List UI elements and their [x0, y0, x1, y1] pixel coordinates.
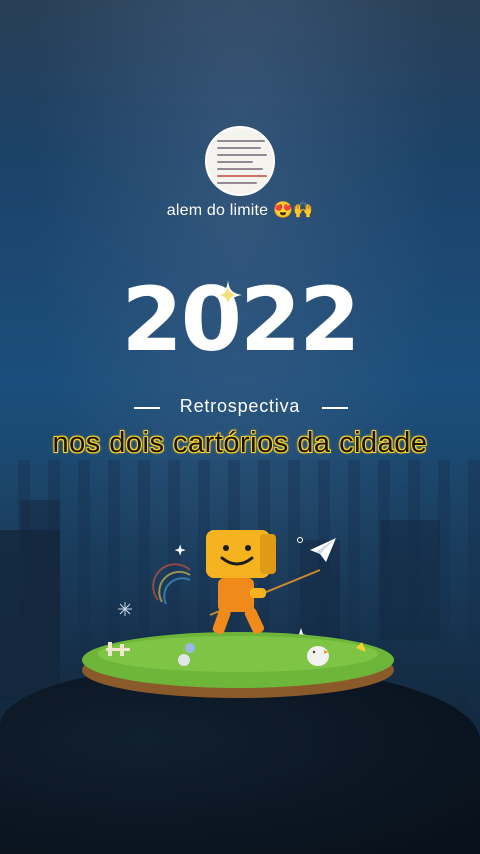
divider-right [322, 407, 348, 409]
subtitle-row: Retrospectiva [0, 396, 480, 417]
paper-plane-icon [310, 538, 336, 562]
divider-left [134, 407, 160, 409]
sparkle-icon [214, 280, 242, 310]
username-row[interactable]: alem do limite 😍🙌 [0, 200, 480, 220]
character-scene [82, 530, 394, 698]
username-emoji: 😍🙌 [272, 202, 314, 219]
avatar[interactable] [205, 126, 275, 196]
lyric-caption: nos dois cartórios da cidade [52, 427, 428, 459]
subtitle: Retrospectiva [179, 396, 301, 416]
sparkle-burst-icon [118, 602, 132, 616]
username: alem do limite [166, 202, 269, 219]
smiley-box-character [206, 530, 276, 635]
wall [0, 530, 60, 700]
